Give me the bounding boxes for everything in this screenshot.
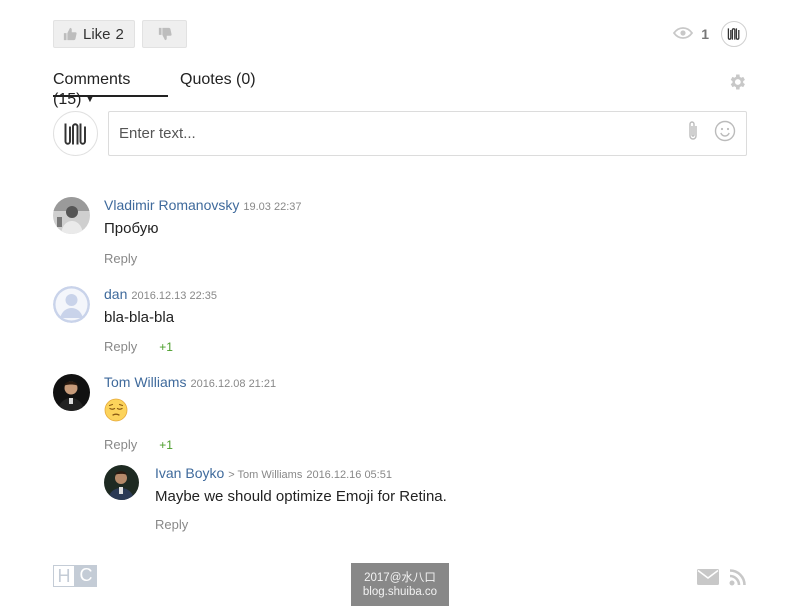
mail-icon[interactable] [697, 569, 719, 590]
thumbs-down-icon [158, 27, 172, 41]
comment-tabs: Comments (15) ▼ Quotes (0) [53, 70, 747, 108]
like-count: 2 [115, 25, 124, 43]
logo-h: H [53, 565, 75, 587]
hypercomments-footer-logo[interactable]: H C [53, 565, 97, 587]
current-user-avatar[interactable] [53, 111, 98, 156]
toolbar: Like 2 1 [53, 20, 747, 50]
like-label: Like [83, 25, 111, 43]
reply-button[interactable]: Reply [104, 251, 137, 266]
thumbs-up-icon [63, 27, 77, 41]
reply-button[interactable]: Reply [104, 339, 137, 354]
comment-text: Пробую [104, 220, 159, 237]
hypercomments-logo-icon[interactable] [721, 21, 747, 47]
tab-comments[interactable]: Comments (15) ▼ [53, 70, 168, 108]
eye-icon [673, 26, 701, 42]
caret-down-icon: ▼ [85, 94, 95, 104]
comment-text: Maybe we should optimize Emoji for Retin… [155, 488, 447, 505]
footer-icons [697, 568, 747, 591]
rss-icon[interactable] [729, 568, 747, 591]
reply-to-author[interactable]: > Tom Williams [228, 469, 302, 481]
tab-quotes[interactable]: Quotes (0) [180, 70, 256, 97]
reply-button[interactable]: Reply [104, 437, 137, 452]
avatar[interactable] [53, 286, 90, 323]
tab-quotes-label: Quotes (0) [180, 71, 256, 88]
comment-text: bla-bla-bla [104, 309, 175, 326]
views-counter: 1 [673, 26, 709, 42]
comment-input[interactable] [119, 125, 684, 142]
comment-input-box[interactable] [108, 111, 747, 156]
comment-author[interactable]: dan [104, 286, 127, 302]
avatar[interactable] [104, 465, 139, 500]
comment-date[interactable]: 2016.12.16 05:51 [306, 469, 392, 481]
avatar[interactable] [53, 197, 90, 234]
comment-author[interactable]: Tom Williams [104, 374, 186, 390]
views-count: 1 [701, 26, 709, 42]
vote-count: +1 [159, 437, 173, 452]
watermark: 2017@水八口 blog.shuiba.co [351, 563, 449, 606]
comment-date[interactable]: 2016.12.08 21:21 [190, 378, 276, 390]
comment-emoji: 😔 [104, 398, 704, 427]
smiley-icon[interactable] [714, 120, 736, 147]
comment-author[interactable]: Ivan Boyko [155, 465, 224, 481]
gear-icon[interactable] [727, 72, 747, 97]
watermark-line2: blog.shuiba.co [362, 586, 438, 598]
paperclip-icon[interactable] [684, 120, 702, 147]
vote-count: +1 [159, 339, 173, 354]
avatar[interactable] [53, 374, 90, 411]
comment-date[interactable]: 2016.12.13 22:35 [131, 290, 217, 302]
comment-date[interactable]: 19.03 22:37 [243, 201, 301, 213]
logo-c: C [75, 565, 97, 587]
dislike-button[interactable] [142, 20, 187, 48]
reply-button[interactable]: Reply [155, 517, 188, 532]
watermark-line1: 2017@水八口 [364, 572, 436, 584]
comment-author[interactable]: Vladimir Romanovsky [104, 197, 239, 213]
like-button[interactable]: Like 2 [53, 20, 135, 48]
